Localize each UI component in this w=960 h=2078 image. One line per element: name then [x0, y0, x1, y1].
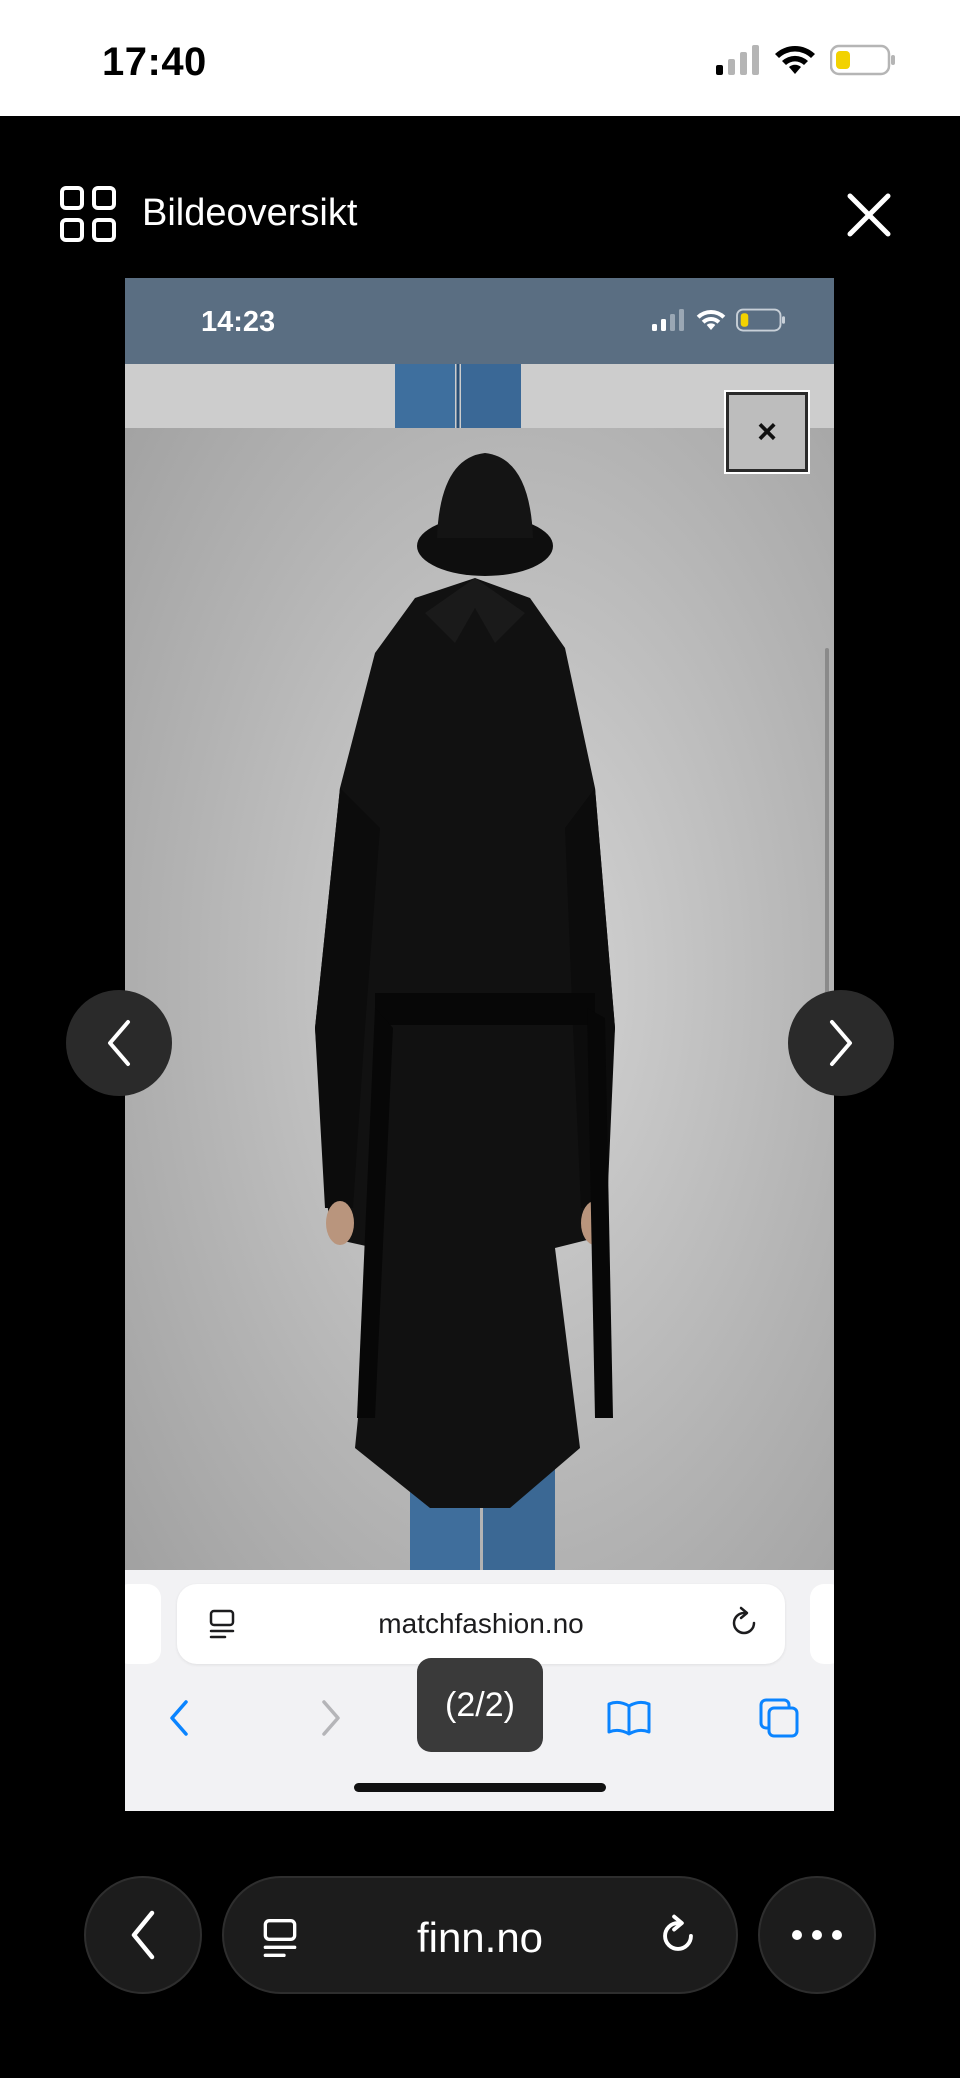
- inner-status-icons: [652, 308, 786, 332]
- reload-icon[interactable]: [727, 1606, 761, 1640]
- previous-image-button[interactable]: [66, 990, 172, 1096]
- more-button[interactable]: [758, 1876, 876, 1994]
- inner-url-text: matchfashion.no: [378, 1608, 584, 1639]
- bottom-bar: finn.no: [0, 1860, 960, 2000]
- page-counter: (2/2): [417, 1658, 543, 1752]
- inner-battery-icon: [736, 308, 785, 332]
- chevron-right-icon: [322, 1700, 340, 1736]
- next-tab-pill[interactable]: [810, 1584, 834, 1664]
- chevron-left-icon: [108, 1020, 130, 1066]
- bookmarks-button[interactable]: [603, 1692, 655, 1744]
- viewer-header: Bildeoversikt: [0, 116, 960, 276]
- chevron-right-icon: [830, 1020, 852, 1066]
- inner-status-time: 14:23: [201, 306, 276, 338]
- tabs-button[interactable]: [753, 1692, 805, 1744]
- book-icon: [607, 1700, 651, 1736]
- wifi-icon: [775, 46, 815, 74]
- grid-icon[interactable]: [60, 186, 118, 244]
- viewer-title: Bildeoversikt: [142, 192, 358, 234]
- next-image-button[interactable]: [788, 990, 894, 1096]
- chevron-left-icon: [170, 1700, 188, 1736]
- screenshot-image: 14:23 × matchfashion.no (2/2): [125, 278, 834, 1811]
- product-photo: [125, 428, 834, 1651]
- more-dots-icon: [792, 1930, 842, 1940]
- inner-close-button[interactable]: ×: [724, 390, 810, 474]
- coat-illustration: [315, 453, 615, 1651]
- back-button[interactable]: [153, 1692, 205, 1744]
- chevron-left-icon: [131, 1910, 155, 1960]
- inner-wifi-icon: [696, 310, 726, 330]
- prev-tab-pill[interactable]: [125, 1584, 161, 1664]
- address-bar[interactable]: finn.no: [222, 1876, 738, 1994]
- inner-status-bar: 14:23: [125, 278, 834, 364]
- inner-address-bar[interactable]: matchfashion.no: [177, 1584, 785, 1664]
- signal-icon: [716, 45, 759, 75]
- tabs-icon: [759, 1698, 799, 1738]
- status-bar: 17:40: [0, 0, 960, 116]
- home-indicator: [354, 1783, 606, 1792]
- forward-button[interactable]: [305, 1692, 357, 1744]
- browser-back-button[interactable]: [84, 1876, 202, 1994]
- status-time: 17:40: [102, 40, 207, 84]
- status-icons: [716, 44, 896, 76]
- inner-signal-icon: [652, 309, 684, 331]
- battery-icon: [830, 44, 895, 76]
- reload-icon[interactable]: [656, 1914, 700, 1958]
- close-icon[interactable]: [844, 190, 894, 240]
